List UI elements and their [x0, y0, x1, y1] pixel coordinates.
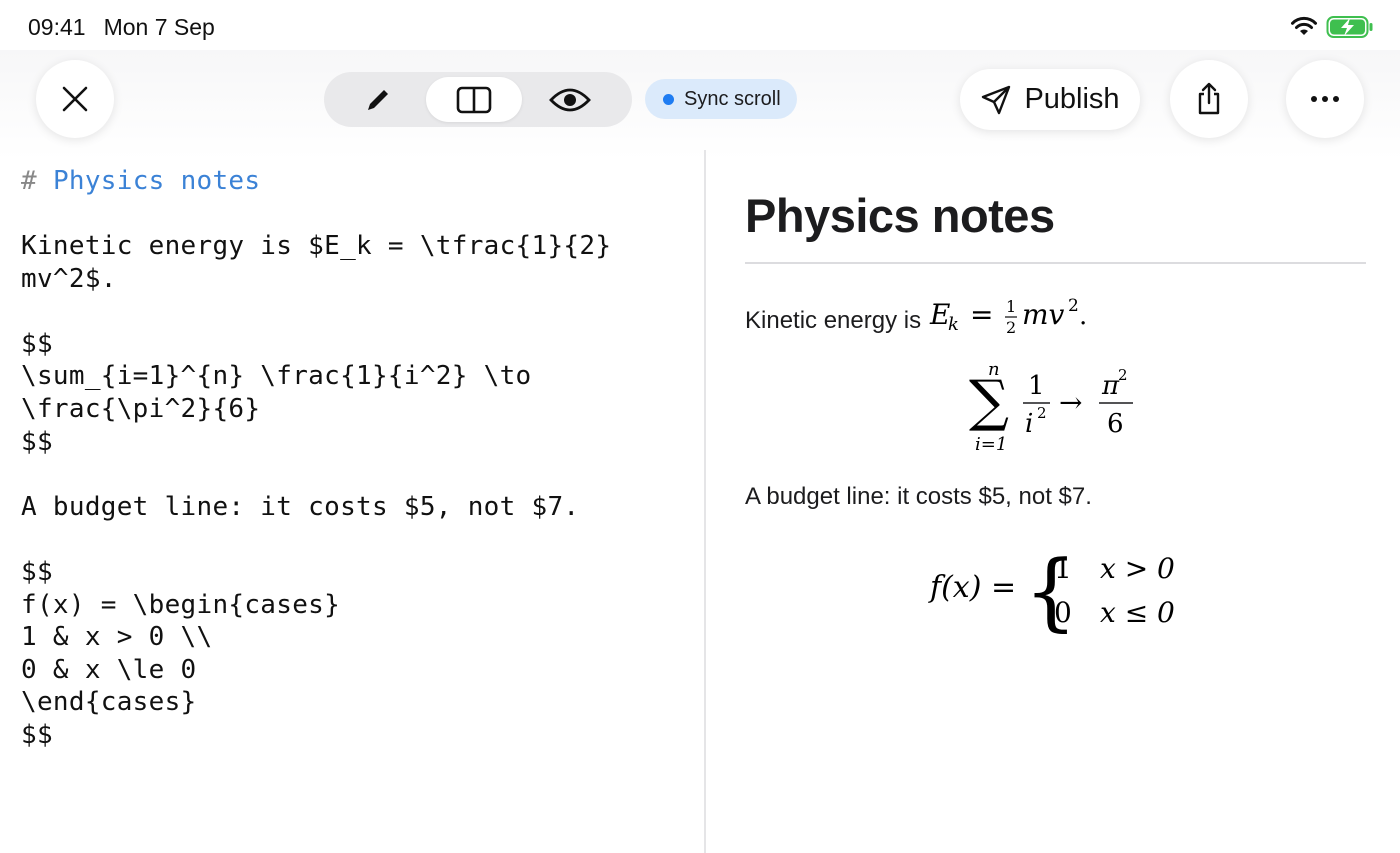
- heading-text: Physics notes: [52, 166, 261, 196]
- pencil-icon: [368, 89, 388, 110]
- preview-paragraph-budget: A budget line: it costs $5, not $7.: [745, 483, 1092, 510]
- svg-text:2: 2: [1037, 404, 1047, 422]
- sum-formula: n ∑ i=1 1 i 2 → π 2 6: [969, 360, 1133, 455]
- svg-text:.: .: [1079, 301, 1087, 331]
- editor-line: mv^2$.: [21, 263, 117, 294]
- wifi-icon: [1291, 16, 1317, 35]
- publish-button[interactable]: Publish: [960, 69, 1140, 130]
- editor-line: \frac{\pi^2}{6}: [21, 394, 261, 424]
- editor-line: \end{cases}: [21, 687, 197, 718]
- editor-line: 1 & x > 0 \\: [21, 622, 213, 653]
- svg-text:2: 2: [1118, 366, 1128, 384]
- editor-heading-line: # Physics notes: [21, 165, 260, 198]
- editor-line: $$: [21, 328, 53, 359]
- status-time: 09:41 Mon 7 Sep: [28, 14, 233, 41]
- status-date-text: Mon 7 Sep: [103, 14, 215, 40]
- close-button[interactable]: [36, 60, 114, 138]
- pane-divider[interactable]: [704, 150, 706, 853]
- kinetic-text: Kinetic energy is: [745, 307, 922, 334]
- share-button[interactable]: [1170, 60, 1248, 138]
- sum-symbol: ∑: [969, 369, 1009, 434]
- kinetic-formula: E k = 1 2 mv 2 .: [929, 296, 1087, 337]
- arrow: →: [1059, 386, 1082, 419]
- heading-hash: #: [21, 166, 37, 196]
- frac2-den: 6: [1107, 409, 1124, 439]
- editor-line: Kinetic energy is $E_k = \tfrac{1}{2}: [21, 231, 612, 261]
- editor-line: $$: [21, 720, 53, 750]
- editor-line: $$: [21, 426, 53, 457]
- status-icons: [1290, 15, 1374, 39]
- publish-label: Publish: [1024, 83, 1120, 115]
- mode-split-button[interactable]: [426, 77, 522, 122]
- frac1-num: 1: [1028, 371, 1045, 401]
- sum-lower: i=1: [975, 434, 1007, 455]
- editor-line: A budget line: it costs $5, not $7.: [21, 491, 580, 522]
- sync-scroll-label: Sync scroll: [684, 87, 781, 110]
- svg-text:=: =: [970, 298, 993, 331]
- case1-value: 1: [1054, 552, 1072, 585]
- svg-text:2: 2: [1068, 296, 1079, 316]
- markdown-editor[interactable]: # Physics notes Kinetic energy is $E_k =…: [0, 160, 704, 853]
- svg-text:mv: mv: [1022, 298, 1065, 331]
- cases-formula: f(x) = { 1 x > 0 0 x ≤ 0: [928, 542, 1175, 640]
- case1-cond: x > 0: [1100, 552, 1175, 585]
- preview-paragraph-kinetic: Kinetic energy is E k = 1 2 mv 2 .: [745, 296, 1093, 342]
- view-mode-segmented-control: [324, 72, 632, 127]
- sync-status-dot: [663, 93, 674, 105]
- close-icon: [62, 86, 88, 112]
- case2-value: 0: [1054, 596, 1072, 629]
- battery-charging-icon: [1326, 16, 1373, 38]
- editor-line: $$: [21, 557, 53, 587]
- more-icon: [1311, 96, 1339, 102]
- sync-scroll-toggle[interactable]: Sync scroll: [645, 79, 797, 119]
- case2-cond: x ≤ 0: [1100, 596, 1175, 629]
- cases-lhs: f(x) =: [928, 570, 1016, 605]
- editor-line: f(x) = \begin{cases}: [21, 589, 341, 620]
- send-icon: [982, 85, 1011, 114]
- svg-text:2: 2: [1006, 318, 1016, 337]
- editor-line: \sum_{i=1}^{n} \frac{1}{i^2} \to: [21, 361, 532, 392]
- preview-title: Physics notes: [745, 189, 1055, 242]
- svg-text:1: 1: [1006, 297, 1016, 316]
- title-rule: [745, 262, 1366, 264]
- svg-text:k: k: [948, 314, 959, 335]
- more-button[interactable]: [1286, 60, 1364, 138]
- mode-edit-button[interactable]: [330, 77, 426, 122]
- eye-icon: [549, 88, 591, 111]
- share-icon: [1198, 82, 1220, 115]
- status-time-text: 09:41: [28, 14, 86, 40]
- frac1-den: i: [1025, 409, 1033, 439]
- mode-preview-button[interactable]: [522, 77, 618, 122]
- split-view-icon: [456, 86, 492, 113]
- editor-line: 0 & x \le 0: [21, 654, 197, 685]
